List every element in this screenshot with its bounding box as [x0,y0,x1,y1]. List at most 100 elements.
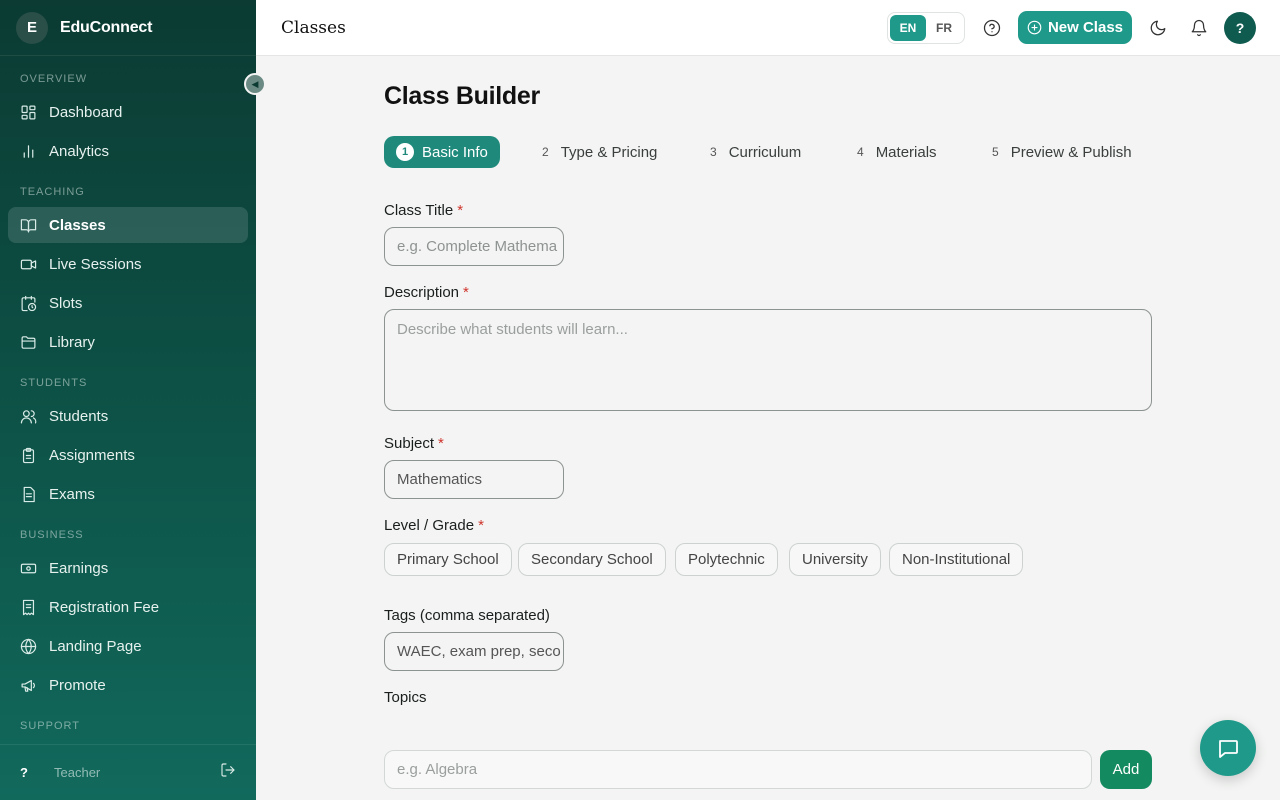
brand-avatar: E [16,11,48,44]
sidebar: E EduConnect OVERVIEW Dashboard Analytic… [0,0,256,800]
subject-input[interactable]: Mathematics [384,460,564,499]
step-materials[interactable]: 4 Materials [857,136,937,168]
topics-label: Topics [384,689,427,706]
sidebar-item-label: Live Sessions [49,255,142,273]
lang-fr-button[interactable]: FR [926,15,962,41]
sidebar-item-label: Assignments [49,446,135,464]
sidebar-item-label: Landing Page [49,637,142,655]
megaphone-icon [21,679,36,692]
brand[interactable]: E EduConnect [0,0,256,56]
level-chip-polytechnic[interactable]: Polytechnic [675,543,778,576]
help-button[interactable] [981,17,1003,39]
clipboard-icon [22,447,35,463]
analytics-icon [23,144,34,158]
step-preview-publish[interactable]: 5 Preview & Publish [992,136,1132,168]
sidebar-item-label: Exams [49,485,95,503]
level-chip-non-institutional[interactable]: Non-Institutional [889,543,1024,576]
language-toggle: EN FR [887,12,965,44]
sidebar-item-exams[interactable]: Exams [8,476,248,512]
section-label-overview: OVERVIEW [20,73,88,85]
add-topic-button[interactable]: Add [1100,750,1152,789]
users-icon [20,409,37,423]
lang-en-button[interactable]: EN [890,15,926,41]
sidebar-item-label: Promote [49,676,106,694]
tags-label: Tags (comma separated) [384,607,550,624]
brand-name: EduConnect [60,18,153,36]
subject-label: Subject * [384,435,444,452]
sidebar-item-label: Earnings [49,559,109,577]
step-basic-info[interactable]: 1 Basic Info [384,136,500,168]
topic-input[interactable]: e.g. Algebra [384,750,1092,789]
sidebar-item-label: Students [49,407,109,425]
section-label-business: BUSINESS [20,529,84,541]
sidebar-item-promote[interactable]: Promote [8,667,248,703]
sidebar-item-landing-page[interactable]: Landing Page [8,628,248,664]
sidebar-item-dashboard[interactable]: Dashboard [8,94,248,130]
required-marker: * [438,435,444,452]
section-label-support: SUPPORT [20,720,80,732]
step-curriculum[interactable]: 3 Curriculum [710,136,801,168]
chat-button[interactable] [1200,720,1256,776]
sidebar-item-label: Slots [49,294,83,312]
step-label: Basic Info [422,143,488,161]
step-number: 3 [710,145,717,159]
sidebar-item-analytics[interactable]: Analytics [8,133,248,169]
class-title-label-text: Class Title [384,202,454,219]
moon-icon [1150,20,1166,36]
help-circle-icon [983,19,1001,37]
receipt-icon [22,599,35,615]
class-title-label: Class Title * [384,202,463,219]
user-avatar[interactable]: ? [1224,12,1256,44]
required-marker: * [463,284,469,301]
sidebar-item-classes[interactable]: Classes [8,207,248,243]
sidebar-item-assignments[interactable]: Assignments [8,437,248,473]
sidebar-item-label: Registration Fee [49,598,160,616]
topbar: Classes EN FR New Class ? [256,0,1280,56]
tags-input[interactable]: WAEC, exam prep, seco [384,632,564,671]
section-label-students: STUDENTS [20,377,88,389]
sidebar-item-students[interactable]: Students [8,398,248,434]
step-label: Materials [875,143,937,161]
theme-toggle-button[interactable] [1147,17,1169,39]
bell-icon [1191,19,1207,37]
step-number: 2 [542,145,549,159]
step-number: 1 [396,143,414,161]
page-title: Classes [281,17,346,38]
step-label: Type & Pricing [560,143,658,161]
step-type-pricing[interactable]: 2 Type & Pricing [542,136,657,168]
description-label: Description * [384,284,469,301]
sidebar-item-registration-fee[interactable]: Registration Fee [8,589,248,625]
step-label: Preview & Publish [1010,143,1132,161]
sidebar-item-earnings[interactable]: Earnings [8,550,248,586]
sidebar-footer: ? Teacher [0,744,256,800]
book-icon [20,218,37,232]
class-title-input[interactable]: e.g. Complete Mathema [384,227,564,266]
money-icon [20,563,37,573]
class-builder: Class Builder 1 Basic Info 2 Type & Pric… [256,56,1280,800]
sidebar-item-live-sessions[interactable]: Live Sessions [8,246,248,282]
section-label-teaching: TEACHING [20,186,85,198]
sidebar-item-label: Dashboard [49,103,123,121]
level-chip-university[interactable]: University [789,543,881,576]
level-label-text: Level / Grade [384,517,475,534]
level-chip-primary-school[interactable]: Primary School [384,543,512,576]
description-label-text: Description [384,284,460,301]
new-class-label: New Class [1047,19,1124,36]
step-label: Curriculum [728,143,802,161]
level-label: Level / Grade * [384,517,484,534]
logout-icon [221,763,235,777]
video-icon [20,259,37,269]
description-textarea[interactable]: Describe what students will learn... [384,309,1152,411]
globe-icon [20,638,37,654]
logout-button[interactable] [220,762,236,783]
level-chip-secondary-school[interactable]: Secondary School [518,543,666,576]
sidebar-item-label: Analytics [49,142,110,160]
required-marker: * [478,517,484,534]
sidebar-item-library[interactable]: Library [8,324,248,360]
new-class-button[interactable]: New Class [1018,11,1132,44]
notifications-button[interactable] [1188,17,1210,39]
sidebar-item-slots[interactable]: Slots [8,285,248,321]
help-glyph[interactable]: ? [20,765,38,780]
step-number: 5 [992,145,999,159]
sidebar-item-label: Classes [49,216,106,234]
